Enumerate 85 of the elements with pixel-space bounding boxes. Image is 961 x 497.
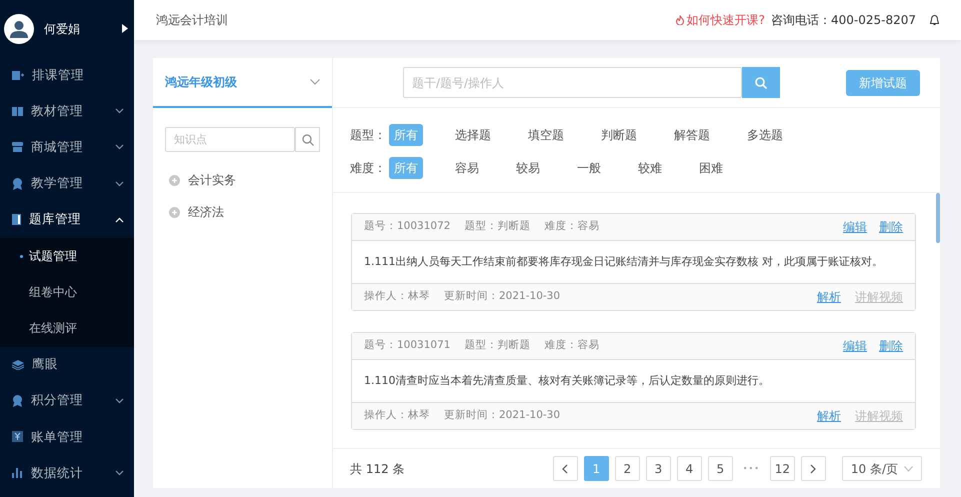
question-text: 1.111出纳人员每天工作结束前都要将库存现金日记账结清并与库存现金实存数核 对，此项属于账证核对。 bbox=[363, 254, 884, 270]
filter-option[interactable]: 较易 bbox=[511, 156, 545, 178]
page-button[interactable]: 2 bbox=[614, 456, 640, 481]
previous-page-button[interactable] bbox=[552, 456, 578, 481]
avatar bbox=[4, 14, 34, 44]
filter-option[interactable]: 解答题 bbox=[669, 124, 715, 146]
flame-icon bbox=[676, 15, 684, 25]
search-button[interactable] bbox=[295, 127, 320, 152]
chevron-down-icon bbox=[115, 398, 124, 404]
expand-icon bbox=[169, 174, 180, 186]
award-icon bbox=[12, 178, 23, 190]
chevron-down-icon bbox=[310, 79, 320, 85]
filter-option[interactable]: 较难 bbox=[633, 156, 667, 178]
sidebar-item[interactable]: 题库管理 bbox=[0, 202, 134, 238]
tree-node[interactable]: 经济法 bbox=[153, 196, 332, 228]
filter-option[interactable]: 多选题 bbox=[742, 124, 788, 146]
help-link[interactable]: 如何快速开课? bbox=[676, 11, 765, 29]
page-button[interactable]: 5 bbox=[708, 456, 733, 481]
chevron-left-icon bbox=[562, 464, 568, 474]
question-updated: 更新时间：2021-10-30 bbox=[444, 289, 560, 304]
sidebar-item[interactable]: 数据统计 bbox=[0, 455, 134, 492]
page-button[interactable]: 4 bbox=[676, 456, 702, 481]
sidebar-item[interactable]: 鹰眼 bbox=[0, 346, 134, 383]
caret-right-icon bbox=[122, 24, 128, 33]
book-icon bbox=[12, 106, 23, 116]
yen-bill-icon bbox=[12, 431, 23, 442]
page-button[interactable]: 12 bbox=[770, 456, 795, 481]
filter-option[interactable]: 困难 bbox=[694, 156, 728, 178]
question-type: 题型：判断题 bbox=[464, 219, 530, 234]
page-size-select[interactable]: 10 条/页 bbox=[842, 456, 922, 481]
footer-link: 讲解视频 bbox=[855, 408, 903, 425]
filter-option[interactable]: 一般 bbox=[572, 156, 606, 178]
sidebar-item[interactable]: 排课管理 bbox=[0, 57, 134, 94]
sidebar-item[interactable]: 账单管理 bbox=[0, 418, 134, 456]
scrollbar-thumb[interactable] bbox=[936, 193, 940, 243]
question-operator: 操作人：林琴 bbox=[364, 408, 430, 424]
search-icon bbox=[755, 76, 767, 88]
knowledge-search-field[interactable]: 知识点 bbox=[165, 127, 295, 152]
question-text: 1.110清查时应当本着先清查质量、核对有关账簿记录等，后认定数量的原则进行。 bbox=[363, 372, 770, 389]
expand-icon bbox=[169, 206, 180, 218]
sidebar-item[interactable]: 教学管理 bbox=[0, 166, 134, 202]
chevron-down-icon bbox=[115, 108, 124, 114]
question-operator: 操作人：林琴 bbox=[364, 289, 430, 304]
question-search-field[interactable]: 题干/题号/操作人 bbox=[403, 67, 742, 98]
total-count: 共 112 条 bbox=[350, 460, 406, 478]
sidebar-item[interactable]: 商城管理 bbox=[0, 129, 134, 166]
footer-link: 讲解视频 bbox=[855, 289, 903, 306]
sidebar-item[interactable]: 教材管理 bbox=[0, 93, 134, 130]
question-type: 题型：判断题 bbox=[464, 338, 530, 354]
chevron-up-icon bbox=[115, 216, 124, 223]
submenu-item[interactable]: 试题管理 bbox=[0, 238, 134, 274]
store-icon bbox=[12, 142, 23, 152]
chevron-down-icon bbox=[115, 180, 124, 187]
bell-icon[interactable] bbox=[930, 14, 939, 26]
filter-option[interactable]: 填空题 bbox=[523, 124, 569, 146]
chevron-right-icon bbox=[810, 464, 816, 474]
site-title: 鸿远会计培训 bbox=[156, 12, 229, 29]
notebook-icon bbox=[12, 214, 21, 226]
tree-node[interactable]: 会计实务 bbox=[153, 164, 332, 196]
award-icon bbox=[12, 394, 23, 407]
phone-number: 咨询电话：400-025-8207 bbox=[770, 12, 916, 29]
filter-option[interactable]: 选择题 bbox=[450, 124, 496, 146]
chevron-down-icon bbox=[904, 466, 913, 472]
filter-label: 题型： bbox=[350, 126, 386, 144]
question-number: 题号：10031072 bbox=[364, 219, 450, 234]
chevron-down-icon bbox=[115, 144, 124, 150]
layers-icon bbox=[12, 360, 24, 370]
chevron-down-icon bbox=[115, 470, 124, 476]
question-difficulty: 难度：容易 bbox=[544, 338, 600, 354]
page-button[interactable]: 3 bbox=[646, 456, 671, 481]
calendar-add-icon bbox=[12, 70, 24, 81]
user-name[interactable]: 何爱娟 bbox=[44, 20, 112, 38]
submenu-item[interactable]: 组卷中心 bbox=[0, 274, 134, 310]
question-difficulty: 难度：容易 bbox=[544, 219, 600, 234]
next-page-button[interactable] bbox=[800, 456, 826, 481]
filter-option[interactable]: 容易 bbox=[450, 156, 484, 178]
question-number: 题号：10031071 bbox=[364, 338, 450, 354]
sidebar-item[interactable]: 积分管理 bbox=[0, 382, 134, 419]
search-button[interactable] bbox=[742, 67, 780, 98]
filter-option[interactable]: 判断题 bbox=[596, 124, 642, 146]
search-icon bbox=[302, 134, 314, 146]
question-updated: 更新时间：2021-10-30 bbox=[444, 408, 560, 424]
bar-chart-icon bbox=[12, 468, 23, 478]
filter-label: 难度： bbox=[350, 160, 386, 176]
submenu-item[interactable]: 在线测评 bbox=[0, 310, 134, 346]
